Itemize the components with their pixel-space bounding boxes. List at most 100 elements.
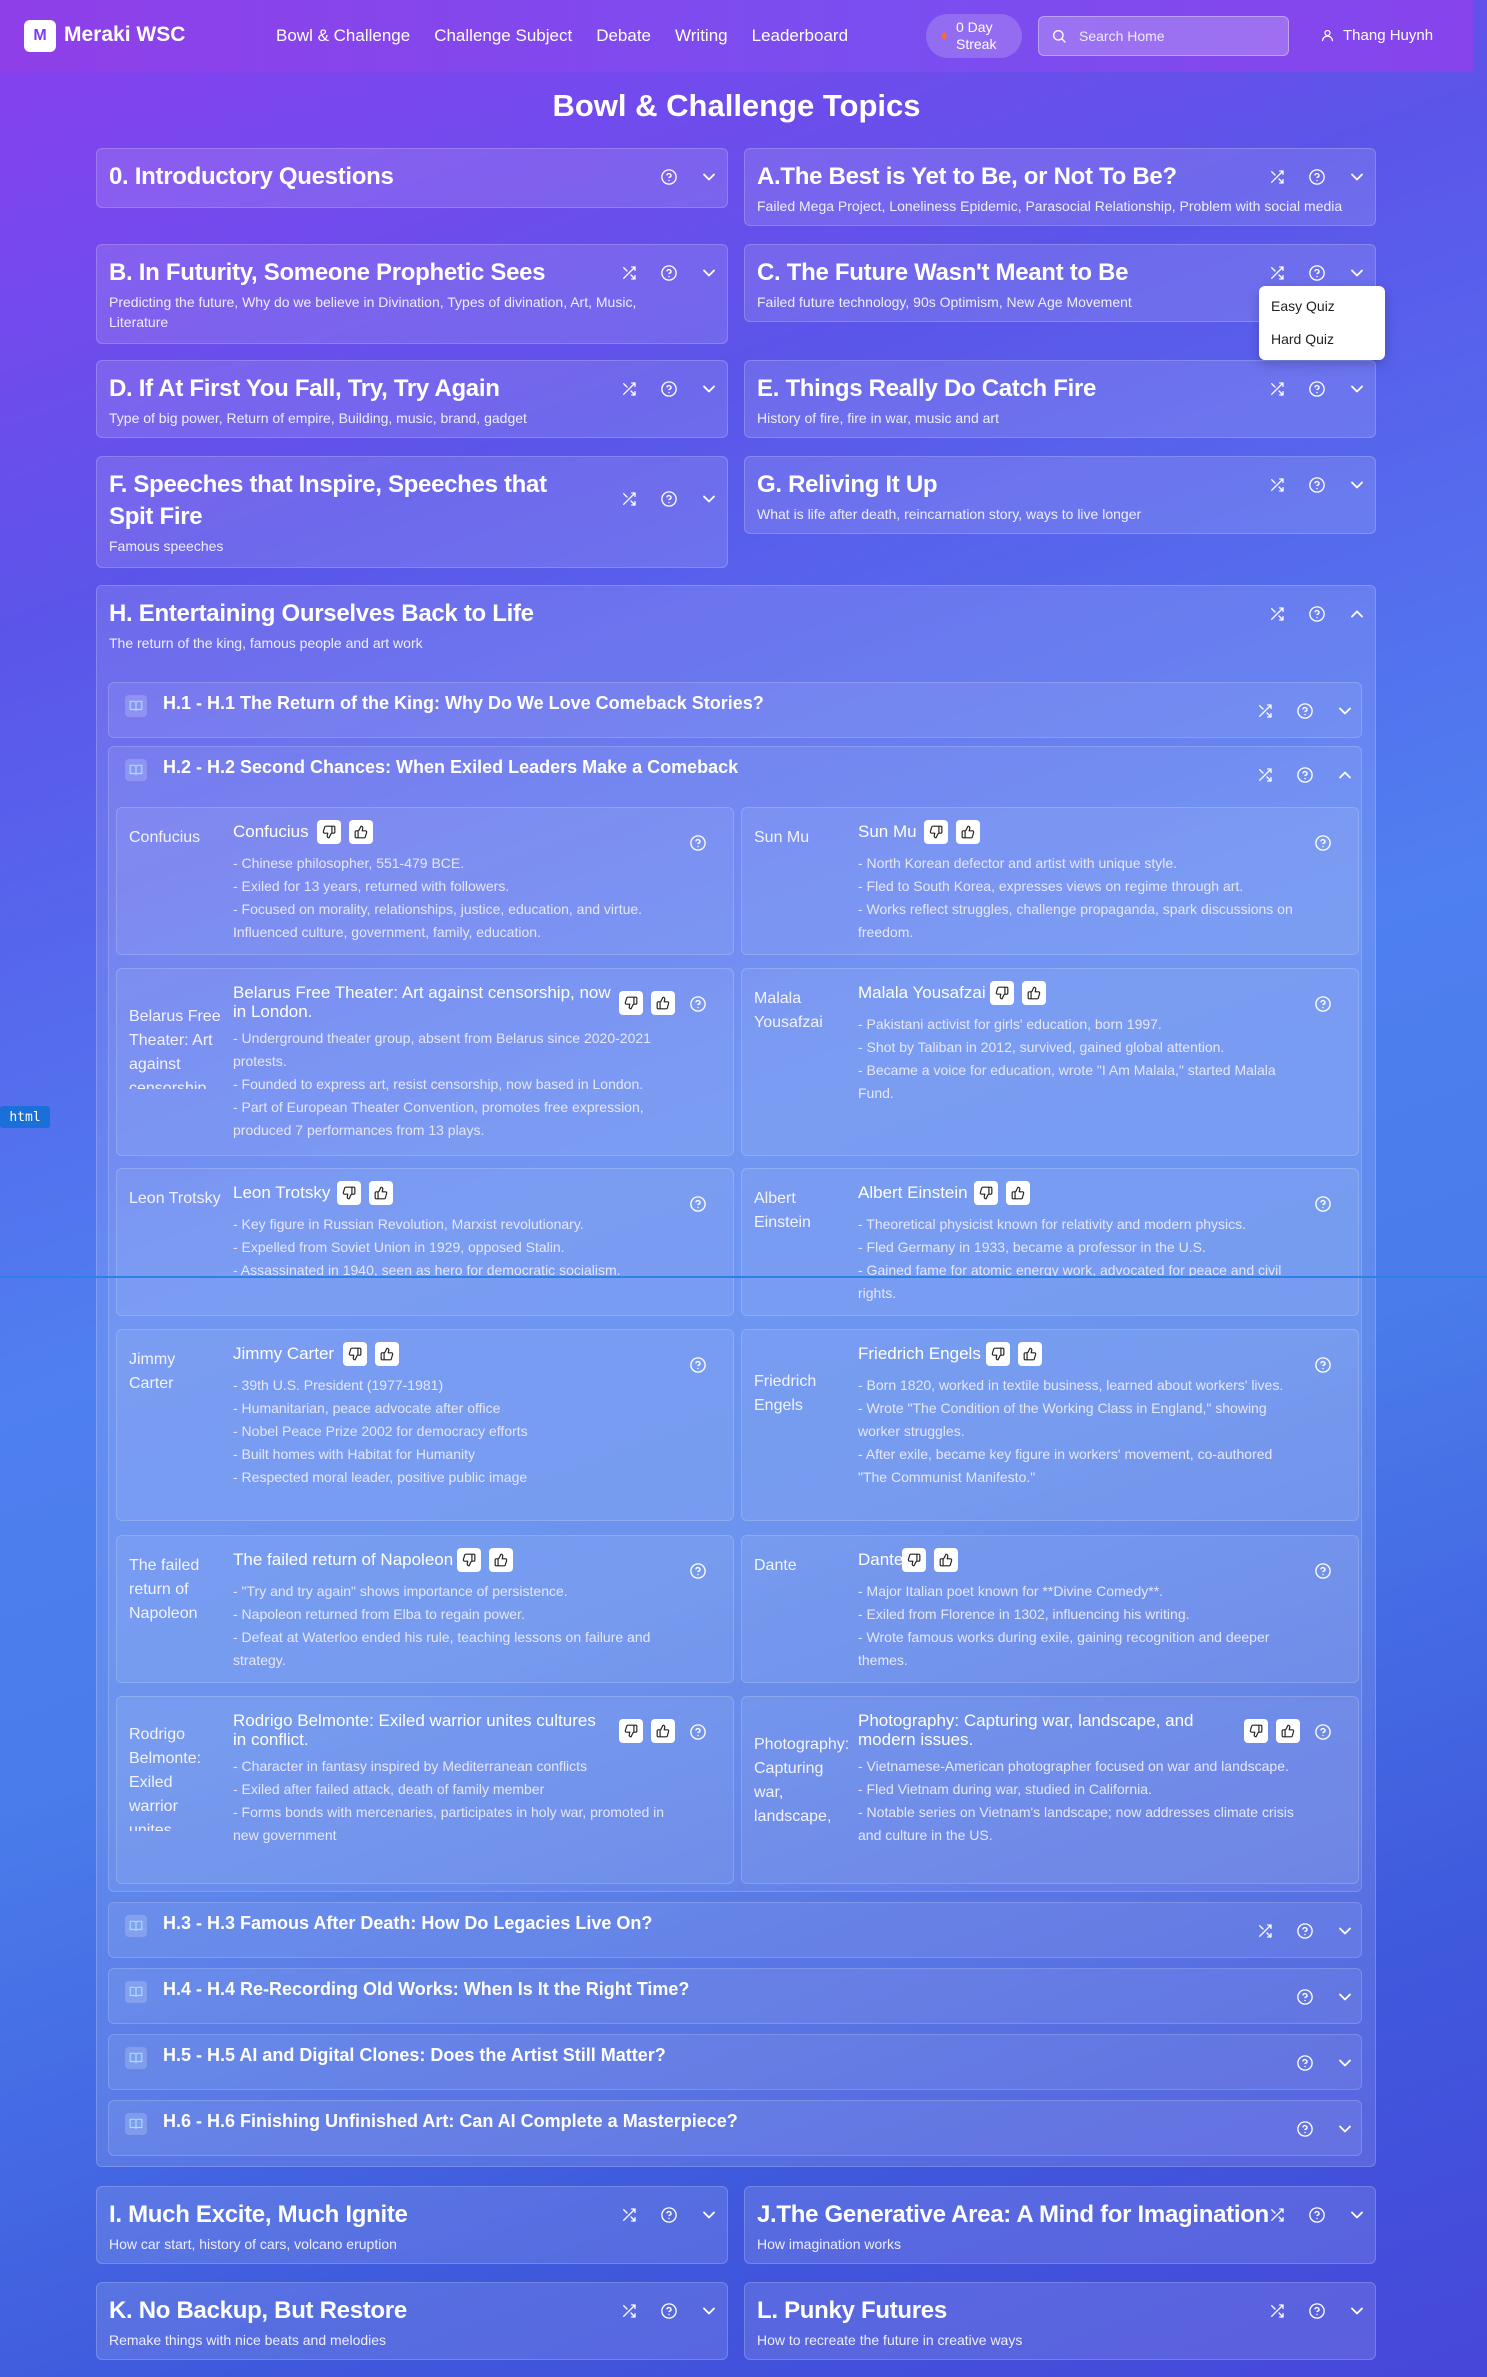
chevron-down-icon[interactable] [699, 379, 719, 399]
menu-item-hard-quiz[interactable]: Hard Quiz [1271, 331, 1334, 347]
chevron-down-icon[interactable] [699, 489, 719, 509]
topic-card-d[interactable]: D. If At First You Fall, Try, Try Again … [96, 360, 728, 438]
shuffle-icon[interactable] [619, 379, 639, 399]
chevron-down-icon[interactable] [1347, 2301, 1367, 2321]
chevron-down-icon[interactable] [699, 263, 719, 283]
chevron-down-icon[interactable] [699, 167, 719, 187]
help-icon[interactable] [659, 379, 679, 399]
help-icon[interactable] [1307, 379, 1327, 399]
shuffle-icon[interactable] [1267, 475, 1287, 495]
shuffle-icon[interactable] [1267, 379, 1287, 399]
shuffle-icon[interactable] [619, 2301, 639, 2321]
streak-badge[interactable]: 0 Day Streak [926, 14, 1022, 58]
thumbs-down-icon[interactable] [974, 1181, 998, 1205]
help-icon[interactable] [1295, 2053, 1315, 2073]
chevron-down-icon[interactable] [1347, 167, 1367, 187]
thumbs-down-icon[interactable] [990, 981, 1014, 1005]
user-menu[interactable]: Thang Huynh [1320, 27, 1433, 44]
chevron-up-icon[interactable] [1347, 604, 1367, 624]
logo-text[interactable]: Meraki WSC [64, 23, 185, 47]
help-icon[interactable] [689, 1195, 709, 1215]
thumbs-down-icon[interactable] [619, 991, 643, 1015]
shuffle-icon[interactable] [1267, 167, 1287, 187]
topic-title[interactable]: H. Entertaining Ourselves Back to Life [109, 598, 534, 630]
topic-card-e[interactable]: E. Things Really Do Catch Fire History o… [744, 360, 1376, 438]
topic-card-k[interactable]: K. No Backup, But Restore Remake things … [96, 2282, 728, 2360]
topic-card-i[interactable]: I. Much Excite, Much Ignite How car star… [96, 2186, 728, 2264]
thumbs-up-icon[interactable] [369, 1181, 393, 1205]
chevron-down-icon[interactable] [1335, 701, 1355, 721]
chevron-down-icon[interactable] [1347, 2205, 1367, 2225]
topic-card-b[interactable]: B. In Futurity, Someone Prophetic Sees P… [96, 244, 728, 344]
shuffle-icon[interactable] [619, 263, 639, 283]
help-icon[interactable] [1295, 1987, 1315, 2007]
thumbs-down-icon[interactable] [1244, 1719, 1268, 1743]
shuffle-icon[interactable] [1255, 1921, 1275, 1941]
subtopic-h3[interactable]: H.3 - H.3 Famous After Death: How Do Leg… [108, 1902, 1362, 1958]
help-icon[interactable] [1307, 604, 1327, 624]
help-icon[interactable] [1314, 1723, 1334, 1743]
thumbs-up-icon[interactable] [349, 820, 373, 844]
chevron-down-icon[interactable] [1335, 2053, 1355, 2073]
help-icon[interactable] [1295, 701, 1315, 721]
help-icon[interactable] [689, 834, 709, 854]
help-icon[interactable] [1314, 1562, 1334, 1582]
subtopic-h5[interactable]: H.5 - H.5 AI and Digital Clones: Does th… [108, 2034, 1362, 2090]
topic-card-a[interactable]: A.The Best is Yet to Be, or Not To Be? F… [744, 148, 1376, 226]
subtopic-h6[interactable]: H.6 - H.6 Finishing Unfinished Art: Can … [108, 2100, 1362, 2156]
thumbs-down-icon[interactable] [619, 1719, 643, 1743]
thumbs-down-icon[interactable] [457, 1548, 481, 1572]
nav-link-bowl-challenge[interactable]: Bowl & Challenge [276, 26, 410, 46]
nav-link-challenge-subject[interactable]: Challenge Subject [434, 26, 572, 46]
help-icon[interactable] [1314, 1195, 1334, 1215]
topic-card-j[interactable]: J.The Generative Area: A Mind for Imagin… [744, 2186, 1376, 2264]
logo-mark[interactable]: M [24, 20, 56, 52]
shuffle-icon[interactable] [619, 489, 639, 509]
help-icon[interactable] [1307, 2205, 1327, 2225]
shuffle-icon[interactable] [1267, 604, 1287, 624]
help-icon[interactable] [1307, 475, 1327, 495]
thumbs-up-icon[interactable] [651, 991, 675, 1015]
help-icon[interactable] [689, 1562, 709, 1582]
thumbs-up-icon[interactable] [1018, 1342, 1042, 1366]
search-input[interactable] [1079, 28, 1269, 44]
chevron-down-icon[interactable] [1335, 1987, 1355, 2007]
help-icon[interactable] [1314, 834, 1334, 854]
help-icon[interactable] [1307, 167, 1327, 187]
shuffle-icon[interactable] [1267, 263, 1287, 283]
help-icon[interactable] [1307, 263, 1327, 283]
help-icon[interactable] [1307, 2301, 1327, 2321]
thumbs-down-icon[interactable] [902, 1548, 926, 1572]
help-icon[interactable] [1295, 2119, 1315, 2139]
help-icon[interactable] [689, 995, 709, 1015]
shuffle-icon[interactable] [1255, 701, 1275, 721]
help-icon[interactable] [1314, 1356, 1334, 1376]
topic-card-0[interactable]: 0. Introductory Questions [96, 148, 728, 208]
thumbs-up-icon[interactable] [1276, 1719, 1300, 1743]
help-icon[interactable] [659, 263, 679, 283]
shuffle-icon[interactable] [1267, 2301, 1287, 2321]
chevron-down-icon[interactable] [1335, 2119, 1355, 2139]
chevron-down-icon[interactable] [1347, 379, 1367, 399]
thumbs-down-icon[interactable] [317, 820, 341, 844]
chevron-down-icon[interactable] [699, 2301, 719, 2321]
help-icon[interactable] [659, 489, 679, 509]
help-icon[interactable] [659, 167, 679, 187]
thumbs-up-icon[interactable] [1022, 981, 1046, 1005]
thumbs-down-icon[interactable] [986, 1342, 1010, 1366]
thumbs-up-icon[interactable] [489, 1548, 513, 1572]
shuffle-icon[interactable] [619, 2205, 639, 2225]
chevron-down-icon[interactable] [1347, 263, 1367, 283]
thumbs-down-icon[interactable] [337, 1181, 361, 1205]
topic-card-f[interactable]: F. Speeches that Inspire, Speeches that … [96, 456, 728, 568]
thumbs-up-icon[interactable] [934, 1548, 958, 1572]
chevron-down-icon[interactable] [699, 2205, 719, 2225]
topic-card-l[interactable]: L. Punky Futures How to recreate the fut… [744, 2282, 1376, 2360]
shuffle-icon[interactable] [1255, 765, 1275, 785]
help-icon[interactable] [1314, 995, 1334, 1015]
help-icon[interactable] [689, 1723, 709, 1743]
nav-link-debate[interactable]: Debate [596, 26, 651, 46]
thumbs-up-icon[interactable] [651, 1719, 675, 1743]
shuffle-icon[interactable] [1267, 2205, 1287, 2225]
menu-item-easy-quiz[interactable]: Easy Quiz [1271, 298, 1335, 314]
